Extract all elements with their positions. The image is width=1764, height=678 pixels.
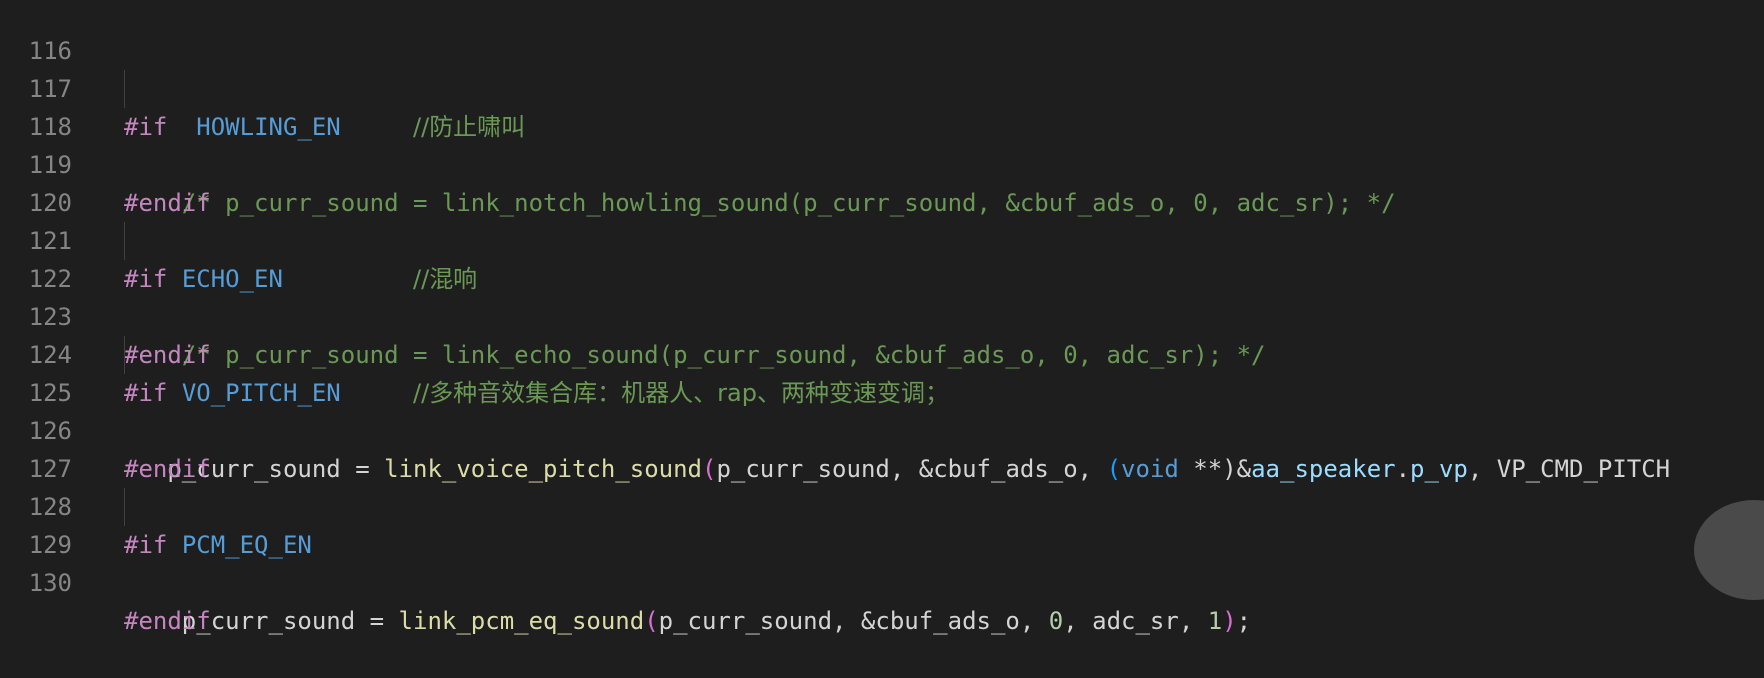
code-line[interactable]: 120 [0, 146, 1764, 217]
number-literal: 0 [1048, 607, 1064, 635]
arguments: p_curr_sound, &cbuf_ads_o, [658, 607, 1049, 635]
indent-guide [124, 222, 125, 260]
indent-guide [124, 488, 125, 526]
code-line[interactable]: 129 p_curr_sound = link_pcm_eq_sound(p_c… [0, 488, 1764, 635]
code-line[interactable]: 127 [0, 412, 1764, 483]
code-editor[interactable]: 116 117 #if HOWLING_EN //防止啸叫 118 /* p_c… [0, 0, 1764, 635]
function-name: link_pcm_eq_sound [398, 607, 645, 635]
bracket: ( [644, 607, 659, 635]
code-line[interactable]: 121 #if ECHO_EN //混响 [0, 184, 1764, 293]
operator: = [355, 607, 399, 635]
code-text: p_curr_sound = link_pcm_eq_sound(p_curr_… [124, 602, 1251, 640]
code-line[interactable]: 118 /* p_curr_sound = link_notch_howling… [0, 70, 1764, 217]
code-text: #endif [124, 602, 211, 640]
code-line[interactable]: 124 #if VO_PITCH_EN //多种音效集合库：机器人、rap、两种… [0, 298, 1764, 407]
semicolon: ; [1236, 607, 1252, 635]
code-line[interactable]: 128 #if PCM_EQ_EN [0, 450, 1764, 559]
code-line[interactable]: 130 #endif [0, 526, 1764, 635]
indent-guide [124, 70, 125, 108]
code-line[interactable]: 119 #endif [0, 108, 1764, 217]
code-line[interactable]: 125 p_curr_sound = link_voice_pitch_soun… [0, 336, 1764, 483]
arguments: , adc_sr, [1063, 607, 1208, 635]
bracket: ) [1222, 607, 1237, 635]
code-line[interactable]: 126 #endif [0, 374, 1764, 483]
code-line[interactable]: 117 #if HOWLING_EN //防止啸叫 [0, 32, 1764, 141]
code-line[interactable]: 122 /* p_curr_sound = link_echo_sound(p_… [0, 222, 1764, 369]
number-literal: 1 [1207, 607, 1223, 635]
preprocessor-directive: #endif [124, 607, 211, 635]
indent-guide [124, 336, 125, 374]
code-line[interactable]: 116 [0, 0, 1764, 65]
code-line[interactable]: 123 #endif [0, 260, 1764, 369]
line-number: 130 [28, 569, 72, 597]
